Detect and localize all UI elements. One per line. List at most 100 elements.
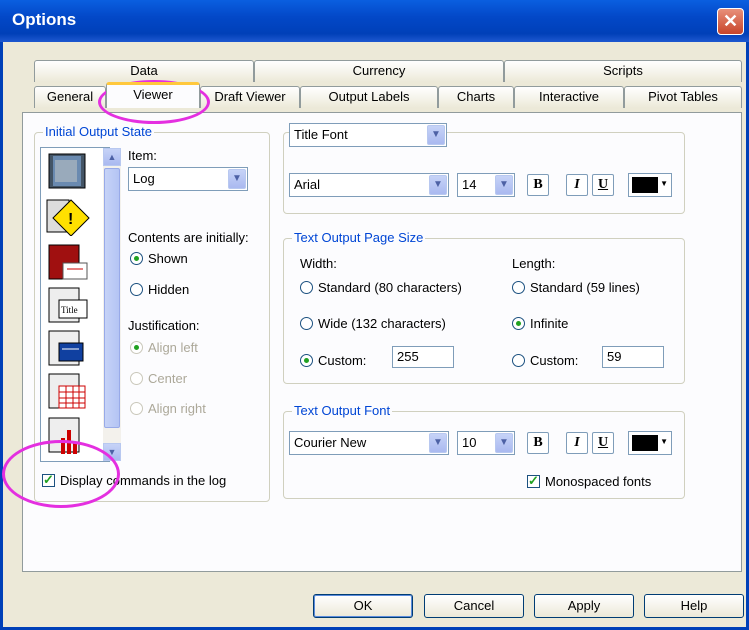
tab-scripts[interactable]: Scripts: [504, 60, 742, 82]
display-commands-highlight: [2, 440, 120, 508]
radio-dot[interactable]: [512, 281, 525, 294]
tab-interactive[interactable]: Interactive: [514, 86, 624, 108]
tab-draft-viewer[interactable]: Draft Viewer: [200, 86, 300, 108]
chevron-down-icon[interactable]: ▼: [429, 433, 447, 453]
title-font-combo[interactable]: Arial ▼: [289, 173, 449, 197]
text-size-combo[interactable]: 10 ▼: [457, 431, 515, 455]
item-combo-value: Log: [133, 171, 155, 186]
radio-dot[interactable]: [130, 341, 143, 354]
chevron-down-icon[interactable]: ▼: [427, 125, 445, 145]
justification-label: Justification:: [128, 318, 200, 333]
font-target-combo[interactable]: Title Font ▼: [289, 123, 447, 147]
ok-button[interactable]: OK: [313, 594, 413, 618]
text-font-value: Courier New: [294, 435, 367, 450]
tab-currency[interactable]: Currency: [254, 60, 504, 82]
notes-icon[interactable]: [45, 243, 91, 283]
text-font-combo[interactable]: Courier New ▼: [289, 431, 449, 455]
length-custom-label: Custom:: [530, 353, 579, 368]
help-button[interactable]: Help: [644, 594, 744, 618]
shown-label: Shown: [148, 251, 188, 266]
monospaced-checkbox[interactable]: Monospaced fonts: [527, 473, 652, 492]
title-icon[interactable]: Title: [45, 286, 91, 326]
italic-button[interactable]: I: [566, 432, 588, 454]
color-swatch: [632, 435, 658, 451]
tab-charts[interactable]: Charts: [438, 86, 514, 108]
text-size-value: 10: [462, 435, 477, 450]
title-size-combo[interactable]: 14 ▼: [457, 173, 515, 197]
chevron-down-icon[interactable]: ▼: [660, 179, 668, 188]
scroll-up-button[interactable]: ▲: [103, 148, 121, 166]
bold-button[interactable]: B: [527, 432, 549, 454]
radio-dot[interactable]: [512, 317, 525, 330]
checkbox[interactable]: [527, 473, 540, 489]
hidden-label: Hidden: [148, 282, 190, 297]
output-item-list[interactable]: ! Title: [40, 147, 110, 462]
radio-dot[interactable]: [512, 354, 525, 367]
pivot-table-icon[interactable]: [45, 372, 91, 412]
scroll-thumb[interactable]: [104, 168, 120, 428]
cancel-button[interactable]: Cancel: [424, 594, 524, 618]
radio-dot[interactable]: [300, 317, 313, 330]
width-custom-input[interactable]: 255: [392, 346, 454, 368]
svg-text:!: !: [68, 211, 73, 228]
item-list-scrollbar[interactable]: ▲ ▼: [103, 148, 121, 461]
tab-viewer[interactable]: Viewer: [106, 82, 200, 108]
tab-data[interactable]: Data: [34, 60, 254, 82]
title-bar: Options ✕: [0, 0, 749, 42]
shown-radio[interactable]: Shown: [130, 251, 188, 269]
align-right-label: Align right: [148, 401, 206, 416]
title-color-picker[interactable]: ▼: [628, 173, 672, 197]
chevron-down-icon[interactable]: ▼: [429, 175, 447, 195]
width-standard-label: Standard (80 characters): [318, 280, 462, 295]
chevron-down-icon[interactable]: ▼: [495, 175, 513, 195]
group-legend: Text Output Font: [292, 403, 393, 418]
align-right-radio[interactable]: Align right: [130, 401, 206, 419]
width-custom-label: Custom:: [318, 353, 367, 368]
italic-button[interactable]: I: [566, 174, 588, 196]
align-left-radio[interactable]: Align left: [130, 340, 198, 358]
length-infinite-label: Infinite: [530, 316, 569, 331]
width-label: Width:: [300, 256, 337, 271]
width-wide-radio[interactable]: Wide (132 characters): [300, 316, 446, 334]
font-target-value: Title Font: [294, 127, 348, 142]
tab-pivot-tables[interactable]: Pivot Tables: [624, 86, 742, 108]
text-output-icon[interactable]: [45, 329, 91, 369]
log-icon[interactable]: [45, 152, 91, 192]
length-label: Length:: [512, 256, 556, 271]
apply-button[interactable]: Apply: [534, 594, 634, 618]
group-legend: Text Output Page Size: [292, 230, 426, 245]
center-label: Center: [148, 371, 188, 386]
underline-button[interactable]: U: [592, 174, 614, 196]
length-custom-radio[interactable]: Custom:: [512, 353, 578, 371]
length-custom-input[interactable]: 59: [602, 346, 664, 368]
chevron-down-icon[interactable]: ▼: [660, 437, 668, 446]
text-color-picker[interactable]: ▼: [628, 431, 672, 455]
radio-dot[interactable]: [130, 372, 143, 385]
length-infinite-radio[interactable]: Infinite: [512, 316, 568, 334]
width-wide-label: Wide (132 characters): [318, 316, 446, 331]
chevron-down-icon[interactable]: ▼: [495, 433, 513, 453]
hidden-radio[interactable]: Hidden: [130, 282, 189, 300]
align-left-label: Align left: [148, 340, 198, 355]
center-radio[interactable]: Center: [130, 371, 187, 389]
close-button[interactable]: ✕: [717, 8, 744, 35]
radio-dot[interactable]: [300, 281, 313, 294]
width-standard-radio[interactable]: Standard (80 characters): [300, 280, 462, 298]
radio-dot[interactable]: [130, 283, 143, 296]
monospaced-label: Monospaced fonts: [545, 474, 652, 489]
radio-dot[interactable]: [130, 252, 143, 265]
width-custom-radio[interactable]: Custom:: [300, 353, 366, 371]
underline-button[interactable]: U: [592, 432, 614, 454]
svg-text:Title: Title: [61, 305, 78, 315]
item-combo[interactable]: Log ▼: [128, 167, 248, 191]
warning-icon[interactable]: !: [45, 196, 91, 236]
length-standard-radio[interactable]: Standard (59 lines): [512, 280, 640, 298]
color-swatch: [632, 177, 658, 193]
radio-dot[interactable]: [300, 354, 313, 367]
radio-dot[interactable]: [130, 402, 143, 415]
chevron-down-icon[interactable]: ▼: [228, 169, 246, 189]
bold-button[interactable]: B: [527, 174, 549, 196]
tab-output-labels[interactable]: Output Labels: [300, 86, 438, 108]
tab-general[interactable]: General: [34, 86, 106, 108]
title-font-value: Arial: [294, 177, 321, 192]
